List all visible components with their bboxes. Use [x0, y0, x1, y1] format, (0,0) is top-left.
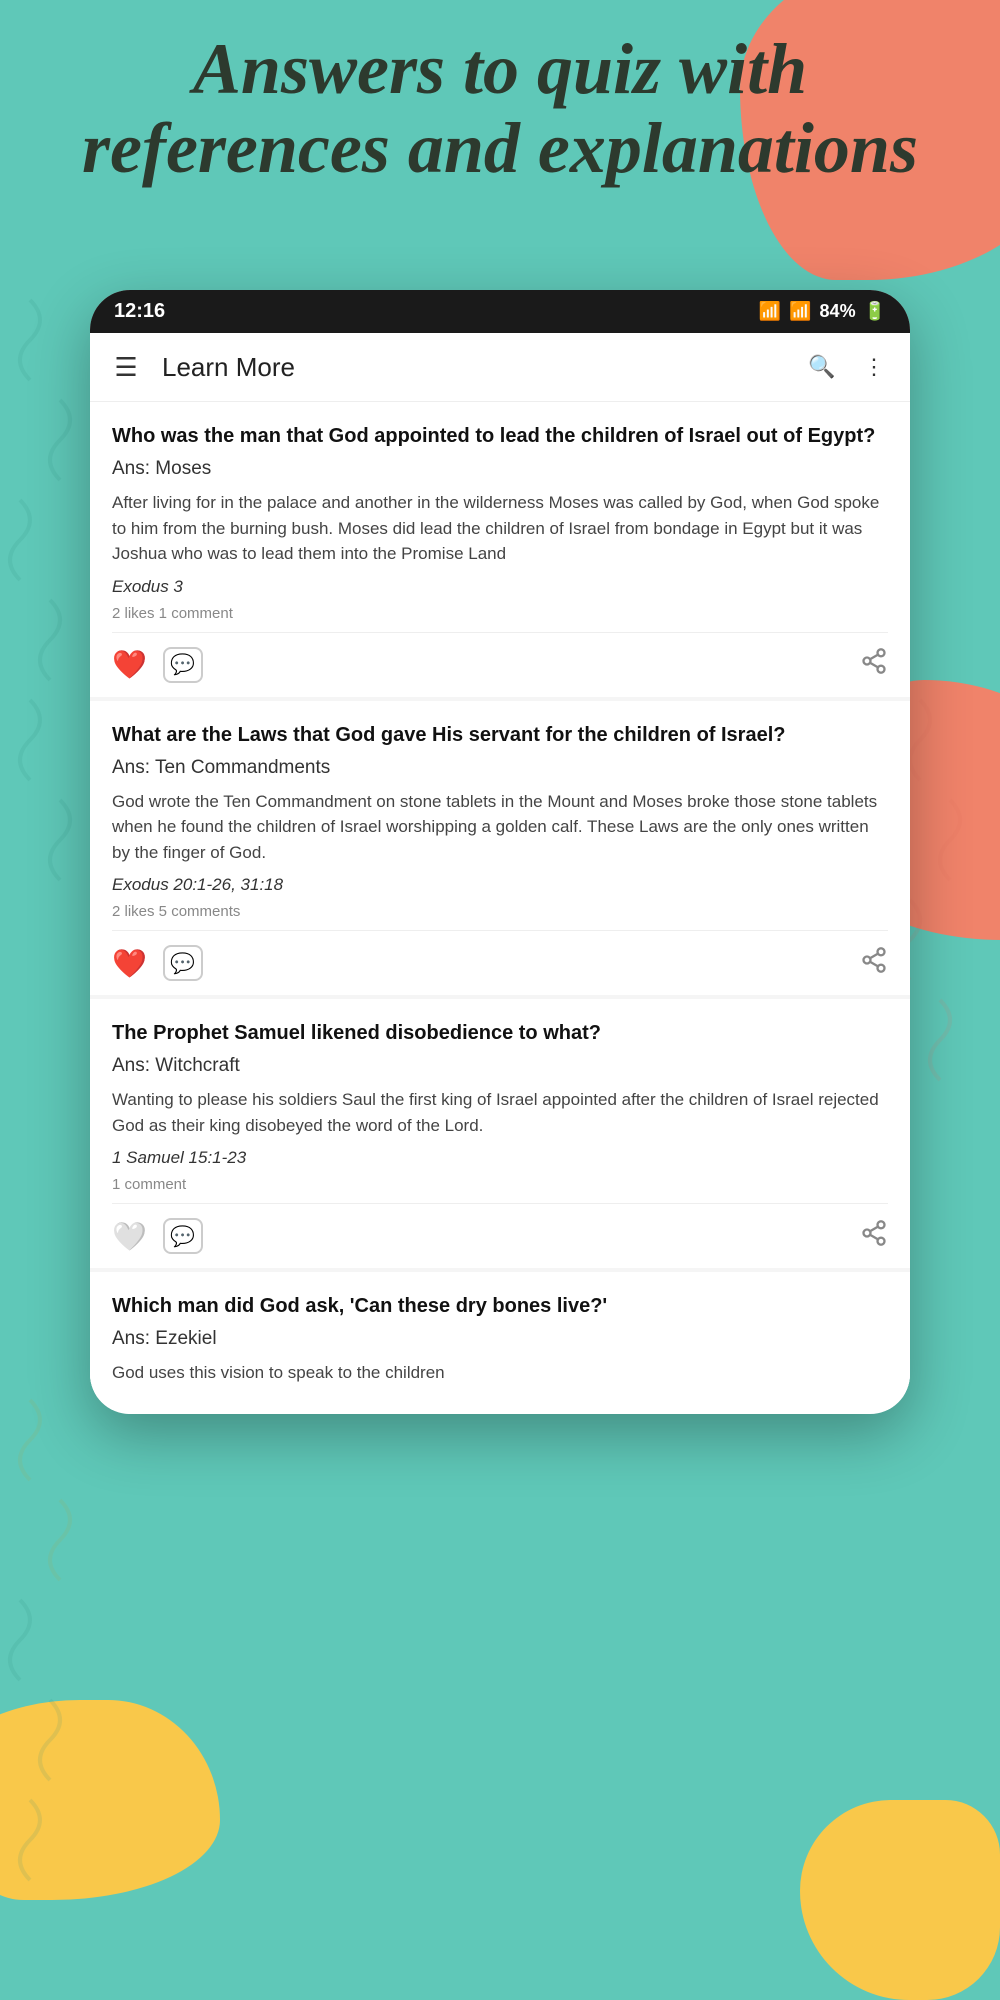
card-2-like-button[interactable]: ❤️ [112, 947, 147, 980]
card-2-question: What are the Laws that God gave His serv… [112, 721, 888, 749]
card-4-explanation: God uses this vision to speak to the chi… [112, 1360, 888, 1386]
wifi-icon: 📶 [759, 301, 781, 322]
card-2-actions: ❤️ 💬 [112, 941, 888, 981]
comment-icon-2: 💬 [170, 951, 195, 976]
card-1-meta: 2 likes 1 comment [112, 605, 888, 633]
more-options-button[interactable]: ⋮ [858, 351, 890, 383]
card-3-explanation: Wanting to please his soldiers Saul the … [112, 1087, 888, 1138]
card-3-comment-button[interactable]: 💬 [163, 1218, 203, 1254]
card-2-actions-left: ❤️ 💬 [112, 945, 203, 981]
card-1: Who was the man that God appointed to le… [90, 402, 910, 697]
card-4-question: Which man did God ask, 'Can these dry bo… [112, 1292, 888, 1320]
card-1-share-button[interactable] [860, 647, 888, 682]
signal-icon: 📶 [789, 301, 811, 322]
header-section: Answers to quiz with references and expl… [60, 30, 940, 188]
comment-icon-3: 💬 [170, 1224, 195, 1249]
app-title: Learn More [162, 352, 806, 383]
card-3-actions-left: 🤍 💬 [112, 1218, 203, 1254]
card-2-share-button[interactable] [860, 946, 888, 981]
card-4-answer: Ans: Ezekiel [112, 1328, 888, 1350]
card-2-explanation: God wrote the Ten Commandment on stone t… [112, 789, 888, 866]
battery-icon: 🔋 [864, 301, 886, 322]
comment-icon: 💬 [170, 652, 195, 677]
card-1-explanation: After living for in the palace and anoth… [112, 490, 888, 567]
card-1-actions: ❤️ 💬 [112, 643, 888, 683]
card-2-comment-button[interactable]: 💬 [163, 945, 203, 981]
card-4: Which man did God ask, 'Can these dry bo… [90, 1272, 910, 1410]
card-3-share-button[interactable] [860, 1219, 888, 1254]
battery-text: 84% [820, 301, 856, 322]
phone-mockup: 12:16 📶 📶 84% 🔋 ☰ Learn More 🔍 ⋮ Who was… [90, 290, 910, 1414]
phone-screen: 12:16 📶 📶 84% 🔋 ☰ Learn More 🔍 ⋮ Who was… [90, 290, 910, 1414]
card-3: The Prophet Samuel likened disobedience … [90, 999, 910, 1268]
header-title: Answers to quiz with references and expl… [60, 30, 940, 188]
card-2-reference: Exodus 20:1-26, 31:18 [112, 875, 888, 895]
card-1-reference: Exodus 3 [112, 577, 888, 597]
menu-button[interactable]: ☰ [110, 351, 142, 383]
app-bar: ☰ Learn More 🔍 ⋮ [90, 333, 910, 402]
card-1-actions-left: ❤️ 💬 [112, 647, 203, 683]
card-3-like-button[interactable]: 🤍 [112, 1220, 147, 1253]
card-1-answer: Ans: Moses [112, 458, 888, 480]
card-2-meta: 2 likes 5 comments [112, 903, 888, 931]
card-1-question: Who was the man that God appointed to le… [112, 422, 888, 450]
app-bar-icons: 🔍 ⋮ [806, 351, 890, 383]
status-time: 12:16 [114, 300, 165, 323]
card-3-reference: 1 Samuel 15:1-23 [112, 1148, 888, 1168]
content-list: Who was the man that God appointed to le… [90, 402, 910, 1410]
status-right: 📶 📶 84% 🔋 [759, 301, 886, 322]
card-3-meta: 1 comment [112, 1176, 888, 1204]
card-2-answer: Ans: Ten Commandments [112, 757, 888, 779]
card-3-question: The Prophet Samuel likened disobedience … [112, 1019, 888, 1047]
status-bar: 12:16 📶 📶 84% 🔋 [90, 290, 910, 333]
card-1-comment-button[interactable]: 💬 [163, 647, 203, 683]
card-3-answer: Ans: Witchcraft [112, 1055, 888, 1077]
card-2: What are the Laws that God gave His serv… [90, 701, 910, 996]
search-button[interactable]: 🔍 [806, 351, 838, 383]
card-3-actions: 🤍 💬 [112, 1214, 888, 1254]
card-1-like-button[interactable]: ❤️ [112, 648, 147, 681]
